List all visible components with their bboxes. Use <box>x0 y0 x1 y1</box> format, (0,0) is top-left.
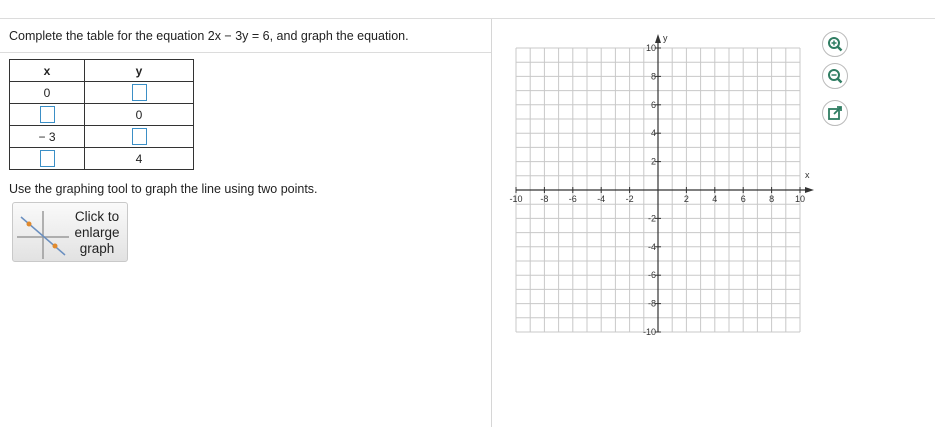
enlarge-graph-button[interactable]: Click to enlarge graph <box>12 202 128 262</box>
y-axis-label: y <box>663 33 668 43</box>
question-text: Complete the table for the equation 2x −… <box>9 29 409 43</box>
y-tick-label: -2 <box>648 213 656 223</box>
x-tick-label: -10 <box>509 194 522 204</box>
answer-input-x4[interactable] <box>39 150 55 167</box>
y-axis-arrow <box>655 34 661 43</box>
graph-thumbnail-icon <box>17 211 69 259</box>
top-divider <box>0 18 935 19</box>
x-tick-label: -4 <box>597 194 605 204</box>
x-tick-label: 10 <box>795 194 805 204</box>
header-x: x <box>9 59 85 82</box>
cell-x: 0 <box>9 81 85 104</box>
header-y: y <box>84 59 194 82</box>
y-tick-label: -6 <box>648 270 656 280</box>
panel-divider <box>491 19 492 427</box>
answer-input-y3[interactable] <box>131 128 147 145</box>
x-tick-label: -6 <box>569 194 577 204</box>
y-tick-label: 6 <box>651 100 656 110</box>
y-tick-label: -10 <box>643 327 656 337</box>
cell-x <box>9 103 85 126</box>
question-divider <box>0 52 491 53</box>
instruction-text: Use the graphing tool to graph the line … <box>9 182 318 196</box>
table-row: − 3 <box>9 125 194 148</box>
y-tick-label: 8 <box>651 71 656 81</box>
x-tick-label: -2 <box>626 194 634 204</box>
answer-input-y1[interactable] <box>131 84 147 101</box>
answer-input-x2[interactable] <box>39 106 55 123</box>
cell-y <box>84 125 194 148</box>
y-tick-label: 10 <box>646 43 656 53</box>
x-axis-label: x <box>805 170 810 180</box>
zoom-out-button[interactable] <box>822 63 848 89</box>
zoom-out-icon <box>828 69 843 84</box>
table-row: 0 <box>9 103 194 126</box>
cell-y: 4 <box>84 147 194 170</box>
x-tick-label: -8 <box>540 194 548 204</box>
y-tick-label: 2 <box>651 157 656 167</box>
x-tick-label: 4 <box>712 194 717 204</box>
y-tick-label: 4 <box>651 128 656 138</box>
y-tick-label: -4 <box>648 242 656 252</box>
table-row: 4 <box>9 147 194 170</box>
coordinate-graph[interactable]: x y -10 -8 -6 -4 -2 2 4 6 8 10 10 8 6 4 2 -2 -4 -6 -8 -10 <box>506 30 816 345</box>
enlarge-button-label: Click to enlarge graph <box>74 209 120 256</box>
cell-x: − 3 <box>9 125 85 148</box>
zoom-in-icon <box>828 37 843 52</box>
table-header-row: x y <box>9 59 194 82</box>
x-tick-label: 6 <box>741 194 746 204</box>
popout-button[interactable] <box>822 100 848 126</box>
popout-icon <box>828 106 842 120</box>
cell-x <box>9 147 85 170</box>
xy-table: x y 0 0 − 3 4 <box>9 59 194 170</box>
x-tick-label: 2 <box>684 194 689 204</box>
x-axis-arrow <box>805 187 814 193</box>
table-row: 0 <box>9 81 194 104</box>
x-tick-label: 8 <box>769 194 774 204</box>
cell-y <box>84 81 194 104</box>
cell-y: 0 <box>84 103 194 126</box>
zoom-in-button[interactable] <box>822 31 848 57</box>
y-tick-label: -8 <box>648 299 656 309</box>
